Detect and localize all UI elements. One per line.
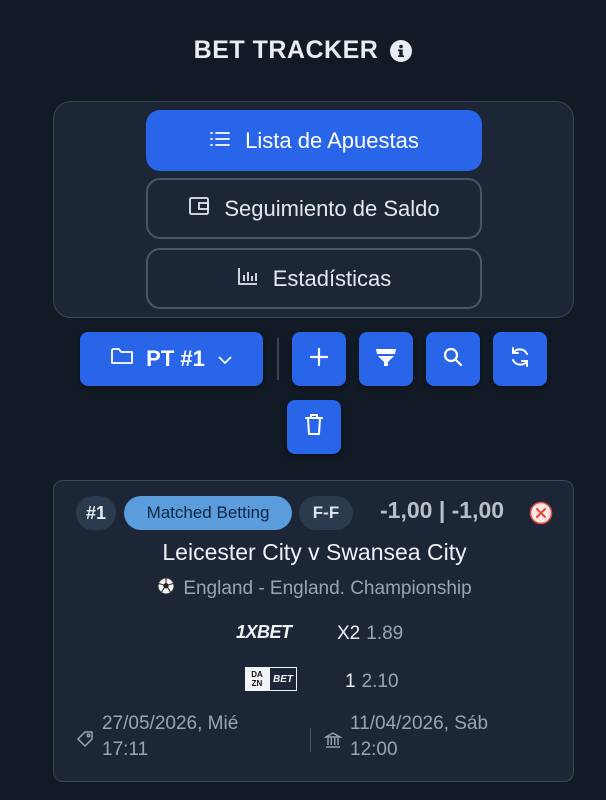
nav-label: Seguimiento de Saldo: [224, 195, 440, 221]
event-date-line2: 12:00: [350, 739, 398, 760]
created-date-line2: 17:11: [102, 739, 149, 760]
leg-selection: X2 1.89: [337, 623, 403, 645]
leg-selection: 1 2.10: [345, 671, 399, 693]
folder-icon: [110, 346, 134, 372]
plus-icon: [308, 346, 330, 373]
filter-icon: [374, 346, 398, 373]
wallet-icon: [188, 196, 210, 222]
league-row: England - England. Championship: [54, 577, 575, 601]
header: BET TRACKER: [0, 36, 606, 65]
page-title: BET TRACKER: [193, 36, 379, 64]
chevron-down-icon: [217, 346, 233, 372]
close-circle-icon[interactable]: [529, 501, 553, 525]
view-switcher-panel: Lista de Apuestas Seguimiento de Saldo E…: [53, 101, 574, 318]
league-name: England - England. Championship: [183, 578, 472, 599]
bet-code-badge: F-F: [299, 496, 353, 530]
bet-result: -1,00 | -1,00: [380, 497, 505, 523]
event-date-line1: 11/04/2026, Sáb: [350, 713, 489, 734]
tag-icon: [76, 730, 94, 753]
selection-label: X2: [337, 623, 361, 644]
add-bet-button[interactable]: [292, 332, 346, 386]
bookmaker-logo-dazn-bet: DA ZN BET: [245, 667, 297, 691]
date-divider: [310, 728, 311, 752]
bet-card[interactable]: #1 Matched Betting F-F -1,00 | -1,00 Lei…: [53, 480, 574, 782]
created-date-line1: 27/05/2026, Mié: [102, 713, 239, 734]
event-date: 11/04/2026, Sáb 12:00: [350, 711, 488, 763]
match-title: Leicester City v Swansea City: [162, 539, 467, 565]
nav-label: Estadísticas: [272, 265, 392, 291]
list-icon: [209, 128, 231, 154]
toolbar-divider: [277, 338, 279, 380]
selection-odds: 1.89: [366, 623, 404, 644]
soccer-ball-icon: [157, 577, 175, 601]
bet-number-badge: #1: [76, 496, 116, 530]
filter-button[interactable]: [359, 332, 413, 386]
nav-label: Lista de Apuestas: [245, 127, 419, 153]
bank-icon: [323, 731, 343, 754]
search-icon: [442, 346, 464, 373]
selection-label: 1: [345, 671, 356, 692]
portfolio-dropdown[interactable]: PT #1: [80, 332, 263, 386]
bar-chart-icon: [237, 266, 259, 292]
refresh-icon: [508, 345, 532, 374]
nav-estadisticas-button[interactable]: Estadísticas: [146, 248, 482, 309]
selection-odds: 2.10: [361, 671, 399, 692]
created-date: 27/05/2026, Mié 17:11: [102, 711, 238, 763]
bookmaker-logo-1xbet: 1XBET: [236, 622, 292, 642]
nav-seguimiento-saldo-button[interactable]: Seguimiento de Saldo: [146, 178, 482, 239]
search-button[interactable]: [426, 332, 480, 386]
trash-icon: [303, 413, 325, 442]
bet-type-badge: Matched Betting: [124, 496, 292, 530]
refresh-button[interactable]: [493, 332, 547, 386]
info-icon[interactable]: [390, 39, 413, 62]
portfolio-label: PT #1: [146, 346, 205, 371]
nav-lista-apuestas-button[interactable]: Lista de Apuestas: [146, 110, 482, 171]
delete-button[interactable]: [287, 400, 341, 454]
